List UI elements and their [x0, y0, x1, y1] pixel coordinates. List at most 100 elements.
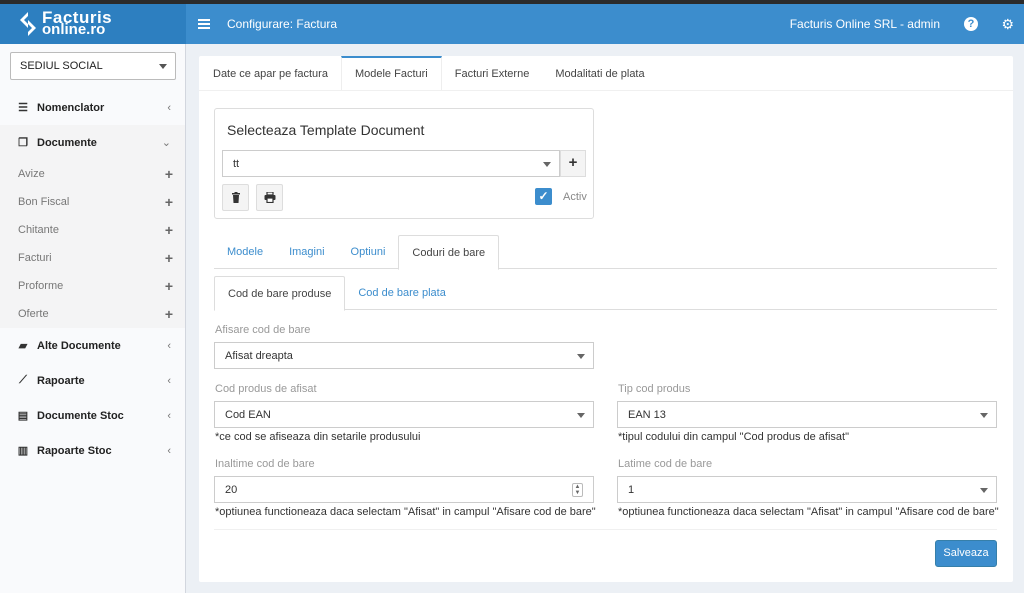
main-tabs: Date ce apar pe factura Modele Facturi F…	[199, 56, 1013, 91]
caret-down-icon	[577, 413, 585, 418]
barcode-tabs: Cod de bare produse Cod de bare plata	[214, 276, 997, 311]
chevron-left-icon: ‹	[167, 444, 171, 457]
caret-down-icon	[980, 488, 988, 493]
template-title: Selecteaza Template Document	[227, 122, 425, 138]
delete-template-button[interactable]	[222, 184, 249, 211]
caret-down-icon	[577, 354, 585, 359]
latime-select-value: 1	[628, 484, 635, 496]
tab-cod-bare-plata[interactable]: Cod de bare plata	[345, 276, 458, 309]
submenu-item-proforme[interactable]: Proforme +	[0, 272, 185, 300]
latime-select[interactable]: 1	[617, 476, 997, 503]
tab-modele-facturi[interactable]: Modele Facturi	[340, 56, 442, 90]
trash-icon	[231, 192, 240, 203]
brand-logo[interactable]: Facturis online.ro	[0, 4, 186, 44]
sidebar-item-label: Rapoarte	[37, 374, 85, 387]
template-select[interactable]: tt	[222, 150, 560, 177]
sidebar-item-alte-documente[interactable]: ▰ Alte Documente ‹	[0, 328, 185, 363]
sidebar-item-documente[interactable]: ❐ Documente ⌄	[0, 125, 185, 160]
caret-down-icon	[159, 64, 167, 69]
plus-icon[interactable]: +	[165, 278, 173, 294]
submenu-item-facturi[interactable]: Facturi +	[0, 244, 185, 272]
afisare-select[interactable]: Afisat dreapta	[214, 342, 594, 369]
template-selector-box: Selecteaza Template Document tt + ✓ Acti…	[214, 108, 594, 219]
inaltime-input-value: 20	[225, 484, 238, 496]
tip-cod-note: *tipul codului din campul "Cod produs de…	[618, 431, 849, 443]
copy-icon: ❐	[18, 137, 28, 149]
sidebar-item-rapoarte[interactable]: ⟋ Rapoarte ‹	[0, 363, 185, 398]
page-title: Configurare: Factura	[227, 17, 338, 31]
folder-open-icon: ▰	[18, 340, 28, 352]
inaltime-label: Inaltime cod de bare	[215, 458, 315, 470]
main-panel: Date ce apar pe factura Modele Facturi F…	[199, 56, 1013, 582]
template-select-value: tt	[233, 158, 240, 170]
sidebar-item-documente-stoc[interactable]: ▤ Documente Stoc ‹	[0, 398, 185, 433]
sidebar-item-label: Documente Stoc	[37, 409, 124, 422]
location-select[interactable]: SEDIUL SOCIAL	[10, 52, 176, 80]
bar-chart-icon: ▥	[17, 445, 29, 457]
section-tabs: Modele Imagini Optiuni Coduri de bare	[214, 235, 997, 270]
file-text-icon: ▤	[17, 410, 29, 422]
chevron-left-icon: ‹	[167, 101, 171, 114]
chevron-left-icon: ‹	[167, 339, 171, 352]
submenu-item-oferte[interactable]: Oferte +	[0, 300, 185, 328]
sidebar-item-label: Alte Documente	[37, 339, 121, 352]
sidebar-item-rapoarte-stoc[interactable]: ▥ Rapoarte Stoc ‹	[0, 433, 185, 468]
plus-icon[interactable]: +	[165, 306, 173, 322]
submenu-item-chitante[interactable]: Chitante +	[0, 216, 185, 244]
plus-icon[interactable]: +	[165, 194, 173, 210]
tip-cod-select[interactable]: EAN 13	[617, 401, 997, 428]
chevron-left-icon: ‹	[167, 409, 171, 422]
settings-icon[interactable]: ⚙	[1001, 16, 1014, 33]
latime-note: *optiunea functioneaza daca selectam "Af…	[618, 506, 999, 518]
plus-icon[interactable]: +	[165, 166, 173, 182]
cod-produs-select[interactable]: Cod EAN	[214, 401, 594, 428]
print-template-button[interactable]	[256, 184, 283, 211]
list-icon: ☰	[18, 102, 28, 114]
sidebar-item-label: Nomenclator	[37, 101, 105, 114]
submenu-label: Bon Fiscal	[18, 196, 70, 208]
submenu-label: Facturi	[18, 252, 52, 264]
submenu-label: Avize	[18, 168, 45, 180]
menu-toggle-icon[interactable]	[198, 17, 210, 31]
brand-line2: online.ro	[42, 21, 106, 38]
tip-cod-select-value: EAN 13	[628, 409, 666, 421]
chevron-left-icon: ‹	[167, 374, 171, 387]
afisare-select-value: Afisat dreapta	[225, 350, 293, 362]
tab-imagini[interactable]: Imagini	[276, 235, 337, 268]
submenu-label: Chitante	[18, 224, 59, 236]
caret-down-icon	[543, 162, 551, 167]
location-select-value: SEDIUL SOCIAL	[20, 60, 103, 72]
logo-icon	[20, 12, 36, 36]
plus-icon[interactable]: +	[165, 250, 173, 266]
sidebar-item-nomenclator[interactable]: ☰ Nomenclator ‹	[0, 90, 185, 125]
tab-cod-bare-produse[interactable]: Cod de bare produse	[214, 276, 346, 311]
tip-cod-label: Tip cod produs	[618, 383, 691, 395]
submenu-label: Proforme	[18, 280, 64, 292]
user-menu[interactable]: Facturis Online SRL - admin	[790, 17, 940, 31]
plus-icon[interactable]: +	[165, 222, 173, 238]
tab-optiuni[interactable]: Optiuni	[338, 235, 399, 268]
sidebar-item-label: Rapoarte Stoc	[37, 444, 112, 457]
tab-modele[interactable]: Modele	[214, 235, 276, 268]
tab-coduri-de-bare[interactable]: Coduri de bare	[398, 235, 500, 270]
cod-produs-select-value: Cod EAN	[225, 409, 271, 421]
documente-submenu: Avize + Bon Fiscal + Chitante + Facturi + Pr…	[0, 160, 185, 328]
tab-modalitati-plata[interactable]: Modalitati de plata	[542, 56, 657, 90]
chevron-down-icon: ⌄	[161, 137, 171, 149]
line-chart-icon: ⟋	[19, 374, 27, 386]
sidebar: SEDIUL SOCIAL ☰ Nomenclator ‹ ❐ Document…	[0, 44, 186, 593]
add-template-button[interactable]: +	[560, 150, 586, 177]
inaltime-input[interactable]: 20 ▲ ▼	[214, 476, 594, 503]
save-button[interactable]: Salveaza	[935, 540, 997, 567]
tab-date-factura[interactable]: Date ce apar pe factura	[200, 56, 341, 90]
submenu-item-bon-fiscal[interactable]: Bon Fiscal +	[0, 188, 185, 216]
plus-icon: +	[568, 154, 578, 171]
submenu-item-avize[interactable]: Avize +	[0, 160, 185, 188]
active-label: Activ	[563, 191, 587, 203]
tab-facturi-externe[interactable]: Facturi Externe	[442, 56, 543, 90]
active-checkbox[interactable]: ✓	[535, 188, 552, 205]
print-icon	[264, 191, 275, 204]
top-navbar: Configurare: Factura Facturis Online SRL…	[186, 4, 1024, 44]
help-icon[interactable]: ?	[964, 17, 978, 31]
number-spinner-icon[interactable]: ▲ ▼	[572, 483, 583, 497]
